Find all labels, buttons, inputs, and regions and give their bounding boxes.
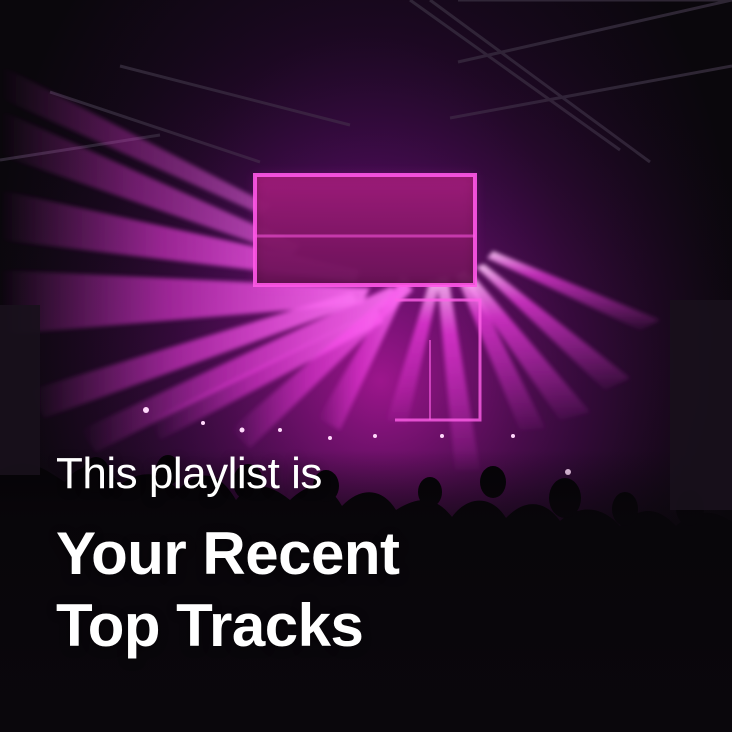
playlist-subtitle: This playlist is xyxy=(56,449,322,498)
playlist-title-line-2: Top Tracks xyxy=(56,592,364,659)
playlist-cover: This playlist is Your Recent Top Tracks xyxy=(0,0,732,732)
playlist-title-line-1: Your Recent xyxy=(56,520,400,587)
playlist-title-block: This playlist is Your Recent Top Tracks xyxy=(56,448,696,662)
